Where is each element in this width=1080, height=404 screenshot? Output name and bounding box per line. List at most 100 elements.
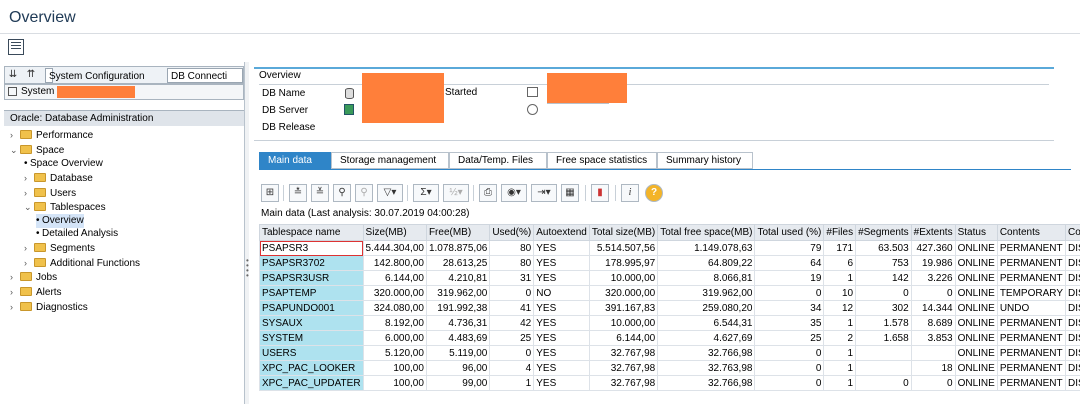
- chevron-right-icon[interactable]: ›: [24, 241, 34, 255]
- table-cell: YES: [533, 375, 590, 391]
- table-row[interactable]: PSAPTEMP 320.000,00 319.962,00 0 NO 320.000,0…: [259, 285, 1080, 301]
- chevron-right-icon[interactable]: ›: [10, 270, 20, 284]
- tab-main-data[interactable]: Main data: [259, 152, 331, 169]
- tree-item-alerts[interactable]: › Alerts: [10, 285, 62, 299]
- column-header[interactable]: Free(MB): [425, 224, 491, 241]
- table-row[interactable]: USERS 5.120,00 5.119,00 0 YES 32.767,98 32.766…: [259, 345, 1080, 361]
- column-header[interactable]: Status: [954, 224, 998, 241]
- chevron-right-icon[interactable]: ›: [24, 171, 34, 185]
- tablespace-name-cell[interactable]: PSAPSR3: [259, 240, 364, 256]
- sort-ascending-icon[interactable]: ≛: [289, 184, 307, 202]
- collapse-up-icon[interactable]: ⇈: [25, 69, 37, 81]
- chevron-down-icon[interactable]: ⌄: [10, 143, 20, 157]
- print-icon[interactable]: ⎙: [479, 184, 497, 202]
- column-header[interactable]: Total size(MB): [588, 224, 659, 241]
- table-cell: ONLINE: [954, 255, 998, 271]
- column-header[interactable]: #Extents: [910, 224, 956, 241]
- tree-item-users[interactable]: › Users: [24, 186, 76, 200]
- tablespace-name-cell[interactable]: PSAPUNDO001: [259, 300, 364, 316]
- table-cell: DISAI: [1065, 345, 1080, 361]
- column-header[interactable]: Total free space(MB): [657, 224, 756, 241]
- table-cell: YES: [533, 270, 590, 286]
- server-icon: [344, 104, 354, 115]
- tablespace-name-cell[interactable]: PSAPTEMP: [259, 285, 364, 301]
- tree-item-tablespaces[interactable]: ⌄ Tablespaces: [24, 200, 106, 214]
- layout-icon[interactable]: ▦: [561, 184, 579, 202]
- db-connection-button[interactable]: DB Connecti: [167, 68, 243, 83]
- table-row[interactable]: PSAPUNDO001 324.080,00 191.992,38 41 YES 391.…: [259, 300, 1080, 316]
- tree-item-jobs[interactable]: › Jobs: [10, 270, 57, 284]
- tablespace-name-cell[interactable]: SYSAUX: [259, 315, 364, 331]
- find-icon[interactable]: ⚲: [333, 184, 351, 202]
- table-cell: 32.766,98: [657, 375, 756, 391]
- chevron-right-icon[interactable]: ›: [24, 256, 34, 270]
- tab-storage-management[interactable]: Storage management: [331, 152, 449, 169]
- tree-header: Oracle: Database Administration: [4, 110, 244, 126]
- tab-summary-history[interactable]: Summary history: [657, 152, 753, 169]
- export-icon[interactable]: ⇥▾: [531, 184, 557, 202]
- sort-descending-icon[interactable]: ≚: [311, 184, 329, 202]
- table-row[interactable]: XPC_PAC_UPDATER 100,00 99,00 1 YES 32.767,98 3…: [259, 375, 1080, 391]
- info-icon[interactable]: i: [621, 184, 639, 202]
- tree-item-detailed-analysis[interactable]: • Detailed Analysis: [36, 227, 118, 241]
- table-row[interactable]: SYSAUX 8.192,00 4.736,31 42 YES 10.000,00 6.54…: [259, 315, 1080, 331]
- chevron-right-icon[interactable]: ›: [24, 186, 34, 200]
- tree-item-space[interactable]: ⌄ Space: [10, 143, 64, 157]
- table-cell: 10.000,00: [588, 270, 659, 286]
- layout-icon[interactable]: [8, 39, 24, 55]
- table-row[interactable]: PSAPSR3USR 6.144,00 4.210,81 31 YES 10.000,00…: [259, 270, 1080, 286]
- tree-item-segments[interactable]: › Segments: [24, 241, 95, 255]
- tablespace-name-cell[interactable]: USERS: [259, 345, 364, 361]
- system-configuration-button[interactable]: System Configuration: [45, 68, 145, 83]
- column-header[interactable]: Contents: [996, 224, 1067, 241]
- chevron-right-icon[interactable]: ›: [10, 128, 20, 142]
- tree-item-performance[interactable]: › Performance: [10, 128, 93, 142]
- table-cell: ONLINE: [954, 360, 998, 376]
- tablespace-name-cell[interactable]: SYSTEM: [259, 330, 364, 346]
- tree-item-diagnostics[interactable]: › Diagnostics: [10, 300, 88, 314]
- graphic-icon[interactable]: ▮: [591, 184, 609, 202]
- help-icon[interactable]: ?: [645, 184, 663, 202]
- table-row[interactable]: PSAPSR3 5.444.304,00 1.078.875,06 80 YES 5.51…: [259, 240, 1080, 256]
- tab-label: Summary history: [666, 155, 742, 166]
- table-row[interactable]: PSAPSR3702 142.800,00 28.613,25 80 YES 178.99…: [259, 255, 1080, 271]
- tab-free-space-statistics[interactable]: Free space statistics: [547, 152, 657, 169]
- table-cell: 4.736,31: [425, 315, 491, 331]
- chevron-right-icon[interactable]: ›: [10, 300, 20, 314]
- table-cell: 63.503: [855, 240, 912, 256]
- column-header[interactable]: #Files: [823, 224, 857, 241]
- find-next-icon[interactable]: ⚲: [355, 184, 373, 202]
- details-icon[interactable]: ⊞: [261, 184, 279, 202]
- tablespace-name-cell[interactable]: PSAPSR3USR: [259, 270, 364, 286]
- tablespace-name-cell[interactable]: XPC_PAC_UPDATER: [259, 375, 364, 391]
- table-row[interactable]: SYSTEM 6.000,00 4.483,69 25 YES 6.144,00 4.627…: [259, 330, 1080, 346]
- column-header[interactable]: Comp: [1065, 224, 1080, 241]
- system-row[interactable]: System: [4, 84, 244, 100]
- table-cell: 178.995,97: [588, 255, 659, 271]
- sum-icon[interactable]: Σ▾: [413, 184, 439, 202]
- column-header[interactable]: Total used (%): [754, 224, 825, 241]
- tablespace-name-cell[interactable]: PSAPSR3702: [259, 255, 364, 271]
- expand-down-icon[interactable]: ⇊: [7, 69, 19, 81]
- tree-item-database[interactable]: › Database: [24, 171, 93, 185]
- table-cell: PERMANENT: [996, 360, 1067, 376]
- table-cell: 8.192,00: [362, 315, 427, 331]
- table-cell: 1.149.078,63: [657, 240, 756, 256]
- tree-item-additional-functions[interactable]: › Additional Functions: [24, 256, 140, 270]
- views-icon[interactable]: ◉▾: [501, 184, 527, 202]
- tree-item-overview[interactable]: • Overview: [36, 214, 84, 228]
- tablespace-name-cell[interactable]: XPC_PAC_LOOKER: [259, 360, 364, 376]
- column-header[interactable]: #Segments: [855, 224, 912, 241]
- tab-data-temp-files[interactable]: Data/Temp. Files: [449, 152, 547, 169]
- panel-splitter[interactable]: • • • •: [245, 62, 249, 404]
- tree-item-space-overview[interactable]: • Space Overview: [24, 157, 103, 171]
- filter-icon[interactable]: ▽▾: [377, 184, 403, 202]
- chevron-right-icon[interactable]: ›: [10, 285, 20, 299]
- subtotal-icon[interactable]: ½▾: [443, 184, 469, 202]
- column-header[interactable]: Autoextend: [533, 224, 590, 241]
- chevron-down-icon[interactable]: ⌄: [24, 200, 34, 214]
- column-header[interactable]: Used(%): [489, 224, 535, 241]
- column-header[interactable]: Tablespace name: [259, 224, 364, 241]
- table-row[interactable]: XPC_PAC_LOOKER 100,00 96,00 4 YES 32.767,98 32…: [259, 360, 1080, 376]
- column-header[interactable]: Size(MB): [362, 224, 427, 241]
